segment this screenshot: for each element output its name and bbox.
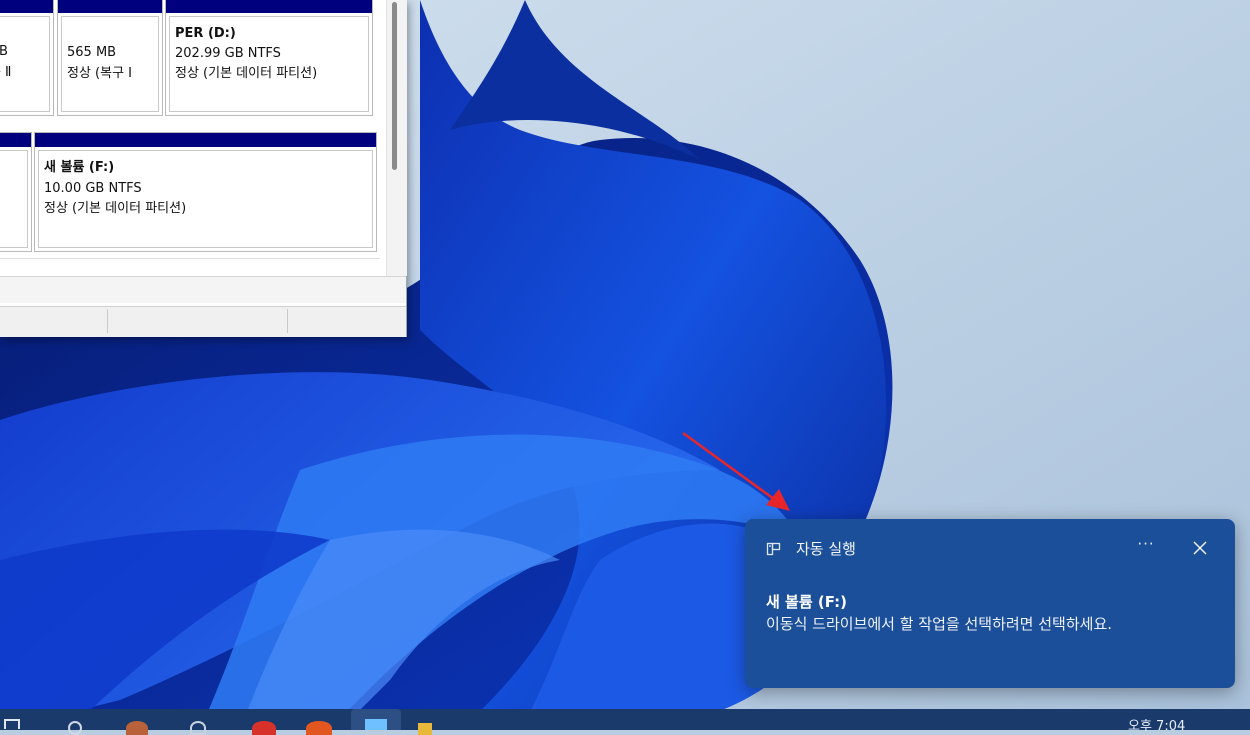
partition-bar <box>166 0 372 13</box>
more-options-button[interactable]: ··· <box>1131 535 1161 559</box>
status-separator <box>107 309 108 333</box>
app-icon-1[interactable] <box>126 721 148 735</box>
disk-management-window: B 복구 Ⅱ 565 MB 정상 (복구 I PER (D:) 202.99 G… <box>0 0 407 337</box>
autoplay-toast[interactable]: 자동 실행 ··· 새 볼륨 (F:) 이동식 드라이브에서 할 작업을 선택하… <box>745 519 1235 688</box>
toast-app-name: 자동 실행 <box>796 540 856 558</box>
partition-name: PER (D:) <box>175 26 236 41</box>
app-icon-2[interactable] <box>190 721 206 735</box>
partition-bar <box>58 0 162 13</box>
disk-label-area <box>0 132 32 252</box>
toast-title: 새 볼륨 (F:) <box>766 593 847 611</box>
status-separator <box>287 309 288 333</box>
taskbar-active-app[interactable] <box>351 709 401 730</box>
taskbar-clock[interactable]: 오후 7:04 <box>1128 715 1185 734</box>
autoplay-icon <box>766 542 781 556</box>
partition-d-drive[interactable]: PER (D:) 202.99 GB NTFS 정상 (기본 데이터 파티션) <box>165 0 373 116</box>
vertical-scrollbar[interactable] <box>386 0 407 276</box>
partition-recovery-1[interactable]: B 복구 Ⅱ <box>0 0 54 116</box>
app-icon-5[interactable] <box>418 723 432 735</box>
partition-size: 565 MB <box>67 45 117 60</box>
partition-status: 정상 (기본 데이터 파티션) <box>44 201 187 216</box>
partition-size: B <box>0 44 8 59</box>
app-icon-3[interactable] <box>252 721 276 735</box>
partition-status: 복구 Ⅱ <box>0 65 12 80</box>
partition-name: 새 볼륨 (F:) <box>44 160 115 175</box>
app-icon-4[interactable] <box>306 721 332 735</box>
partition-size: 10.00 GB NTFS <box>44 181 142 196</box>
toast-message: 이동식 드라이브에서 할 작업을 선택하려면 선택하세요. <box>766 615 1113 633</box>
partition-size: 202.99 GB NTFS <box>175 46 281 61</box>
partition-bar <box>0 0 53 13</box>
partition-status: 정상 (기본 데이터 파티션) <box>175 66 318 81</box>
scrollbar-thumb[interactable] <box>392 2 397 170</box>
divider <box>0 258 380 259</box>
active-app-icon <box>365 719 387 730</box>
status-bar <box>0 306 406 337</box>
partition-status: 정상 (복구 I <box>67 66 133 81</box>
partition-recovery-2[interactable]: 565 MB 정상 (복구 I <box>57 0 163 116</box>
search-icon[interactable] <box>68 721 82 735</box>
partition-f-drive[interactable]: 새 볼륨 (F:) 10.00 GB NTFS 정상 (기본 데이터 파티션) <box>34 132 377 252</box>
horizontal-scrollbar[interactable] <box>0 276 406 303</box>
start-icon[interactable] <box>4 719 20 729</box>
taskbar: 오후 7:04 <box>0 709 1250 735</box>
partition-bar <box>35 133 376 147</box>
close-icon[interactable] <box>1185 535 1215 561</box>
